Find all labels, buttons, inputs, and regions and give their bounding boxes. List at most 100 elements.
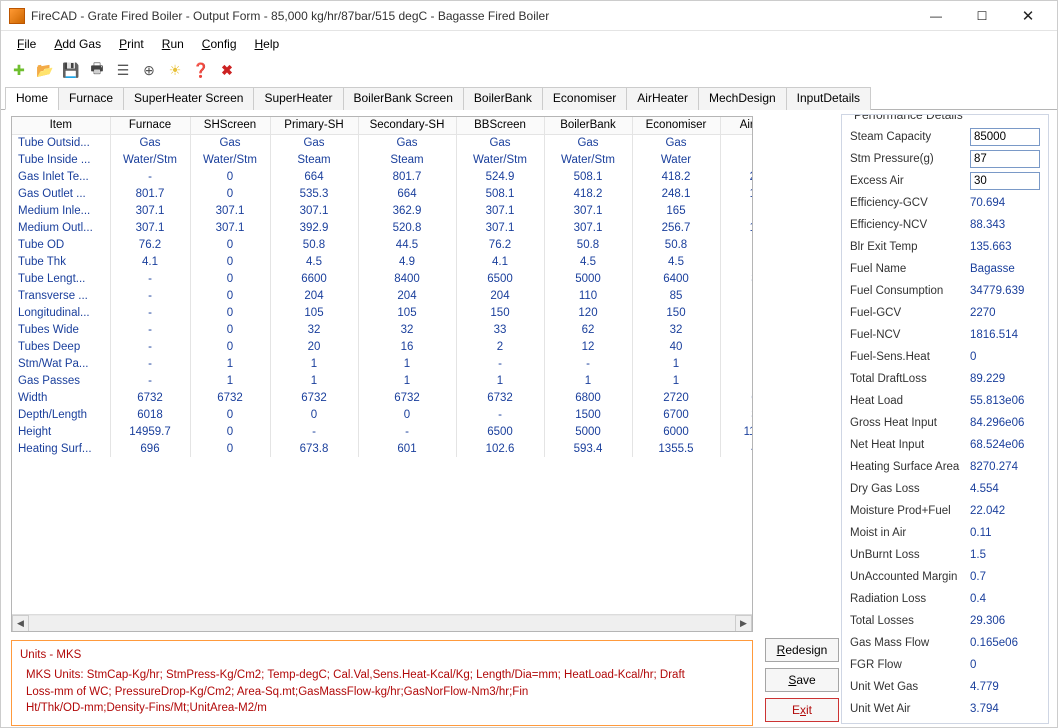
column-header[interactable]: Primary-SH <box>270 117 358 134</box>
column-header[interactable]: Economiser <box>632 117 720 134</box>
scroll-left-icon[interactable]: ◀ <box>12 615 29 632</box>
table-row[interactable]: Stm/Wat Pa...-111--11 <box>12 355 752 372</box>
title-bar: FireCAD - Grate Fired Boiler - Output Fo… <box>1 1 1057 31</box>
perf-value: 68.524e06 <box>970 439 1040 451</box>
row-label: Tube Inside ... <box>12 151 110 168</box>
table-row[interactable]: Tubes Wide-0323233623278 <box>12 321 752 338</box>
table-row[interactable]: Gas Outlet ...801.70535.3664508.1418.224… <box>12 185 752 202</box>
column-header[interactable]: BBScreen <box>456 117 544 134</box>
row-label: Gas Passes <box>12 372 110 389</box>
table-row[interactable]: Height14959.70--65005000600011261.3 <box>12 423 752 440</box>
perf-label: UnAccounted Margin <box>850 571 970 583</box>
table-row[interactable]: Tube Thk4.104.54.94.14.54.52.7 <box>12 253 752 270</box>
table-cell: 1 <box>720 355 752 372</box>
perf-value: 1816.514 <box>970 329 1040 341</box>
tab-boilerbank-screen[interactable]: BoilerBank Screen <box>343 87 464 110</box>
table-cell: 6732 <box>270 389 358 406</box>
table-cell: 1 <box>270 372 358 389</box>
table-cell: 4.5 <box>270 253 358 270</box>
maximize-button[interactable]: ☐ <box>959 1 1005 31</box>
help-icon[interactable]: ❓ <box>191 60 211 80</box>
table-cell: 6732 <box>190 389 270 406</box>
redesign-button[interactable]: Redesign <box>765 638 839 662</box>
table-cell: 6732 <box>358 389 456 406</box>
list-icon[interactable]: ☰ <box>113 60 133 80</box>
table-cell: 0 <box>190 168 270 185</box>
table-cell: 6500 <box>456 270 544 287</box>
scroll-right-icon[interactable]: ▶ <box>735 615 752 632</box>
close-button[interactable]: ✕ <box>1005 1 1051 31</box>
table-cell: 5000 <box>544 270 632 287</box>
table-row[interactable]: Medium Inle...307.1307.1307.1362.9307.13… <box>12 202 752 219</box>
menu-add-gas[interactable]: Add Gas <box>48 35 107 53</box>
table-row[interactable]: Longitudinal...-010510515012015085 <box>12 304 752 321</box>
perf-label: Gross Heat Input <box>850 417 970 429</box>
table-row[interactable]: Depth/Length6018000-150067003500 <box>12 406 752 423</box>
sun-icon[interactable]: ☀ <box>165 60 185 80</box>
minimize-button[interactable]: — <box>913 1 959 31</box>
tab-airheater[interactable]: AirHeater <box>626 87 699 110</box>
tab-superheater[interactable]: SuperHeater <box>253 87 343 110</box>
table-cell: 78 <box>720 321 752 338</box>
stm-pressure-input[interactable] <box>970 150 1040 168</box>
excess-air-input[interactable] <box>970 172 1040 190</box>
table-cell: 204 <box>456 287 544 304</box>
perf-value: 88.343 <box>970 219 1040 231</box>
delete-icon[interactable]: ✖ <box>217 60 237 80</box>
column-header[interactable]: AirHeater <box>720 117 752 134</box>
table-cell: 392.9 <box>270 219 358 236</box>
new-icon[interactable]: ✚ <box>9 60 29 80</box>
perf-value: 0.165e06 <box>970 637 1040 649</box>
table-row[interactable]: Tube Outsid...GasGasGasGasGasGasGasAir <box>12 134 752 151</box>
column-header[interactable]: Furnace <box>110 117 190 134</box>
column-header[interactable]: SHScreen <box>190 117 270 134</box>
perf-label: Unit Wet Gas <box>850 681 970 693</box>
table-row[interactable]: Medium Outl...307.1307.1392.9520.8307.13… <box>12 219 752 236</box>
table-cell: 85 <box>720 287 752 304</box>
menu-run[interactable]: Run <box>156 35 190 53</box>
perf-value: 22.042 <box>970 505 1040 517</box>
save-button[interactable]: Save <box>765 668 839 692</box>
tab-mechdesign[interactable]: MechDesign <box>698 87 787 110</box>
table-row[interactable]: Heating Surf...6960673.8601102.6593.4135… <box>12 440 752 457</box>
save-icon[interactable]: 💾 <box>61 60 81 80</box>
menu-file[interactable]: File <box>11 35 42 53</box>
table-row[interactable]: Tubes Deep-020162124026 <box>12 338 752 355</box>
table-cell: - <box>270 423 358 440</box>
table-row[interactable]: Tube Lengt...-0660084006500500064003500 <box>12 270 752 287</box>
table-row[interactable]: Width67326732673267326732680027206630 <box>12 389 752 406</box>
scroll-track[interactable] <box>29 615 735 632</box>
table-cell: 418.2 <box>632 168 720 185</box>
menu-config[interactable]: Config <box>196 35 243 53</box>
table-cell: 32 <box>358 321 456 338</box>
tab-home[interactable]: Home <box>5 87 59 110</box>
tab-inputdetails[interactable]: InputDetails <box>786 87 871 110</box>
column-header[interactable]: BoilerBank <box>544 117 632 134</box>
table-row[interactable]: Transverse ...-02042042041108585 <box>12 287 752 304</box>
tab-economiser[interactable]: Economiser <box>542 87 627 110</box>
horizontal-scrollbar[interactable]: ◀ ▶ <box>12 614 752 631</box>
menu-help[interactable]: Help <box>249 35 286 53</box>
table-row[interactable]: Tube OD76.2050.844.576.250.850.863.5 <box>12 236 752 253</box>
table-row[interactable]: Tube Inside ...Water/StmWater/StmSteamSt… <box>12 151 752 168</box>
menu-print[interactable]: Print <box>113 35 150 53</box>
row-label: Longitudinal... <box>12 304 110 321</box>
table-cell: 1 <box>270 355 358 372</box>
column-header[interactable]: Item <box>12 117 110 134</box>
table-cell: Water/Stm <box>190 151 270 168</box>
perf-value: 34779.639 <box>970 285 1040 297</box>
column-header[interactable]: Secondary-SH <box>358 117 456 134</box>
open-icon[interactable]: 📂 <box>35 60 55 80</box>
tab-boilerbank[interactable]: BoilerBank <box>463 87 543 110</box>
tab-furnace[interactable]: Furnace <box>58 87 124 110</box>
exit-button[interactable]: Exit <box>765 698 839 722</box>
tab-superheater-screen[interactable]: SuperHeater Screen <box>123 87 254 110</box>
table-cell: Water/Stm <box>110 151 190 168</box>
print-icon[interactable]: 🖶 <box>87 60 107 80</box>
table-row[interactable]: Gas Passes-1111113 <box>12 372 752 389</box>
table-row[interactable]: Gas Inlet Te...-0664801.7524.9508.1418.2… <box>12 168 752 185</box>
steam-capacity-input[interactable] <box>970 128 1040 146</box>
row-label: Medium Inle... <box>12 202 110 219</box>
target-icon[interactable]: ⊕ <box>139 60 159 80</box>
table-cell: 0 <box>358 406 456 423</box>
